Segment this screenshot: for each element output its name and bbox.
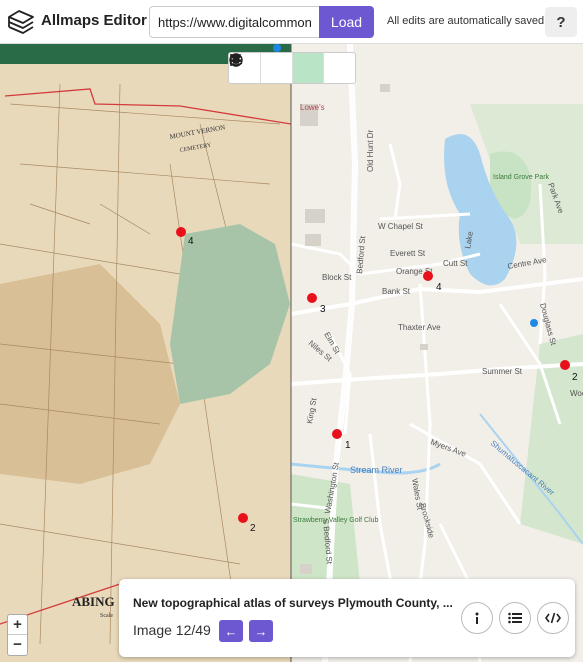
scan-label-abington: ABING — [72, 594, 115, 609]
save-status: All edits are automatically saved — [387, 15, 545, 27]
arrow-left-icon: ← — [224, 623, 238, 639]
control-point-label: 4 — [188, 236, 194, 247]
globe-icon — [229, 53, 243, 67]
arrow-right-icon: → — [254, 623, 268, 639]
street-label-thaxter: Thaxter Ave — [398, 323, 441, 332]
app-title: Allmaps Editor — [41, 12, 147, 29]
park-label-island-grove: Island Grove Park — [493, 174, 550, 181]
zoom-in-button[interactable]: + — [8, 615, 27, 635]
zoom-control: + − — [7, 614, 28, 656]
poi-label-lowes: Lowe's — [300, 103, 325, 112]
control-point-label: 2 — [250, 523, 256, 534]
zoom-out-button[interactable]: − — [8, 635, 27, 655]
control-point-marker[interactable] — [238, 513, 248, 523]
control-point-label: 1 — [345, 440, 351, 451]
control-point-marker[interactable] — [332, 429, 342, 439]
flag-button[interactable] — [230, 53, 293, 83]
map-canvas[interactable]: Bedford St Washington St W Chapel St Eve… — [0, 44, 583, 662]
golf-label-strawberry: Strawberry Valley Golf Club — [293, 517, 379, 524]
pin-button[interactable] — [232, 53, 325, 83]
pending-point-dot[interactable] — [530, 319, 538, 327]
app-header: Allmaps Editor Load All edits are automa… — [0, 0, 583, 44]
street-label-summer: Summer St — [482, 367, 523, 376]
street-label-block: Block St — [322, 273, 352, 282]
control-point-marker[interactable] — [307, 293, 317, 303]
street-label-wood: Wood — [570, 389, 583, 398]
control-point-marker[interactable] — [176, 227, 186, 237]
control-point-marker[interactable] — [560, 360, 570, 370]
info-button[interactable] — [461, 602, 493, 634]
control-point-marker[interactable] — [423, 271, 433, 281]
next-image-button[interactable]: → — [249, 620, 273, 642]
info-icon — [475, 612, 479, 624]
help-button[interactable]: ? — [545, 7, 577, 37]
street-label-w-chapel: W Chapel St — [378, 222, 424, 231]
url-form: Load — [149, 6, 374, 38]
code-button[interactable] — [537, 602, 569, 634]
street-label-stream-river: Stream River — [350, 465, 403, 475]
street-label-bank: Bank St — [382, 287, 411, 296]
image-title: New topographical atlas of surveys Plymo… — [133, 596, 453, 610]
control-point-label: 2 — [572, 372, 578, 383]
map-viewport[interactable]: Bedford St Washington St W Chapel St Eve… — [0, 44, 583, 662]
scan-label-scale: Scale — [100, 613, 113, 619]
divider-handle-dot[interactable] — [273, 44, 281, 52]
url-input[interactable] — [149, 6, 319, 38]
street-label-cutt: Cutt St — [443, 259, 468, 268]
allmaps-logo-icon — [8, 10, 34, 34]
image-info-panel: New topographical atlas of surveys Plymo… — [119, 579, 575, 657]
mode-toolbar — [228, 52, 356, 84]
street-label-everett: Everett St — [390, 249, 426, 258]
image-counter: Image 12/49 — [133, 622, 211, 638]
list-icon — [508, 612, 522, 624]
load-button[interactable]: Load — [319, 6, 374, 38]
list-button[interactable] — [499, 602, 531, 634]
street-label-old-hunt: Old Hunt Dr — [366, 129, 375, 172]
previous-image-button[interactable]: ← — [219, 620, 243, 642]
code-icon — [545, 612, 561, 624]
control-point-label: 3 — [320, 304, 326, 315]
control-point-label: 4 — [436, 282, 442, 293]
globe-button[interactable] — [229, 53, 355, 83]
